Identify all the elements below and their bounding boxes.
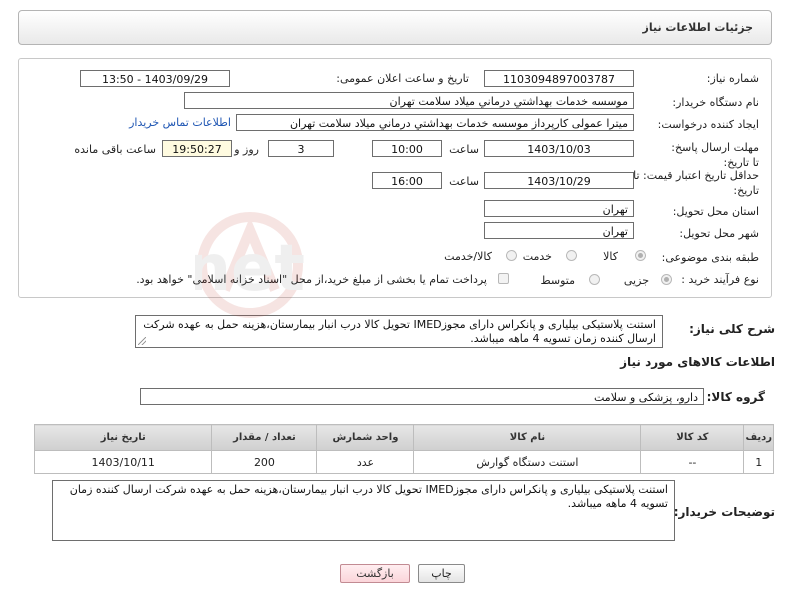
cell-row-number: 1 <box>743 450 774 474</box>
reply-time-label: ساعت <box>449 143 479 156</box>
requester-field[interactable]: میترا عمولی کارپرداز موسسه خدمات بهداشتي… <box>236 114 634 131</box>
header-panel: جزئیات اطلاعات نیاز <box>18 10 772 45</box>
delivery-province-label: استان محل تحویل: <box>672 205 759 218</box>
process-radio-minor[interactable] <box>661 274 672 285</box>
col-item-code: کد کالا <box>640 424 745 451</box>
print-button[interactable]: چاپ <box>418 564 465 583</box>
price-validity-label: حداقل تاریخ اعتبار قیمت: تا تاریخ: <box>633 169 759 197</box>
summary-label: شرح کلی نیاز: <box>689 322 775 336</box>
reply-deadline-time[interactable]: 10:00 <box>372 140 442 157</box>
col-item-name: نام کالا <box>413 424 642 451</box>
goods-section-title: اطلاعات کالاهای مورد نیاز <box>620 355 775 369</box>
remaining-time-label: ساعت باقی مانده <box>74 143 156 156</box>
col-unit: واحد شمارش <box>316 424 415 451</box>
reply-deadline-date[interactable]: 1403/10/03 <box>484 140 634 157</box>
days-remaining-field[interactable]: 3 <box>268 140 334 157</box>
table-row[interactable]: 1 -- استنت دستگاه گوارش عدد 200 1403/10/… <box>33 450 774 474</box>
summary-textarea[interactable]: استنت پلاستیکی بیلیاری و پانکراس دارای م… <box>135 315 663 348</box>
goods-group-field[interactable]: دارو، پزشکی و سلامت <box>140 388 704 405</box>
process-radio-medium[interactable] <box>589 274 600 285</box>
buyer-notes-label: توضیحات خریدار: <box>673 505 775 519</box>
col-quantity: تعداد / مقدار <box>211 424 318 451</box>
category-radio-goods-service[interactable] <box>506 250 517 261</box>
treasury-payment-checkbox[interactable] <box>498 273 509 284</box>
goods-table: ردیف کد کالا نام کالا واحد شمارش تعداد /… <box>33 424 774 474</box>
category-label: طبقه بندی موضوعی: <box>661 251 759 264</box>
buyer-notes-textarea[interactable]: استنت پلاستیکی بیلیاری و پانکراس دارای م… <box>52 480 675 541</box>
delivery-city-field[interactable]: تهران <box>484 222 634 239</box>
buyer-org-field[interactable]: موسسه خدمات بهداشتي درماني ميلاد سلامت ت… <box>184 92 634 109</box>
days-label: روز و <box>234 143 259 156</box>
delivery-city-label: شهر محل تحویل: <box>679 227 759 240</box>
cell-unit: عدد <box>316 450 415 474</box>
price-validity-date[interactable]: 1403/10/29 <box>484 172 634 189</box>
need-number-field[interactable]: 1103094897003787 <box>484 70 634 87</box>
process-option-minor: جزیی <box>623 274 649 287</box>
cell-item-name: استنت دستگاه گوارش <box>413 450 642 474</box>
buyer-org-label: نام دستگاه خریدار: <box>672 96 759 109</box>
announce-datetime-label: تاریخ و ساعت اعلان عمومی: <box>336 72 469 85</box>
requester-label: ایجاد کننده درخواست: <box>657 118 759 131</box>
remaining-time-field: 19:50:27 <box>162 140 232 157</box>
category-option-goods-service: کالا/خدمت <box>444 250 492 263</box>
price-validity-time[interactable]: 16:00 <box>372 172 442 189</box>
category-option-service: خدمت <box>522 250 552 263</box>
announce-datetime-field[interactable]: 1403/09/29 - 13:50 <box>80 70 230 87</box>
category-option-goods: کالا <box>603 250 618 263</box>
goods-group-label: گروه کالا: <box>706 390 765 404</box>
resize-grip-icon[interactable] <box>138 337 146 345</box>
delivery-province-field[interactable]: تهران <box>484 200 634 217</box>
buyer-contact-link[interactable]: اطلاعات تماس خریدار <box>129 116 231 129</box>
process-option-medium: متوسط <box>540 274 575 287</box>
need-number-label: شماره نیاز: <box>706 72 759 85</box>
cell-quantity: 200 <box>211 450 318 474</box>
page-title: جزئیات اطلاعات نیاز <box>642 21 754 34</box>
cell-need-date: 1403/10/11 <box>33 450 213 474</box>
category-radio-service[interactable] <box>566 250 577 261</box>
price-validity-time-label: ساعت <box>449 175 479 188</box>
col-need-date: تاریخ نیاز <box>33 424 213 451</box>
purchase-process-label: نوع فرآیند خرید : <box>681 273 759 286</box>
buyer-notes-text: استنت پلاستیکی بیلیاری و پانکراس دارای م… <box>69 483 668 510</box>
treasury-payment-note: پرداخت تمام یا بخشی از مبلغ خرید،از محل … <box>136 273 487 286</box>
cell-item-code: -- <box>640 450 745 474</box>
back-button[interactable]: بازگشت <box>340 564 410 583</box>
category-radio-goods[interactable] <box>635 250 646 261</box>
summary-text: استنت پلاستیکی بیلیاری و پانکراس دارای م… <box>143 318 656 345</box>
reply-deadline-label: مهلت ارسال پاسخ: تا تاریخ: <box>671 141 759 169</box>
col-row-number: ردیف <box>743 424 774 451</box>
